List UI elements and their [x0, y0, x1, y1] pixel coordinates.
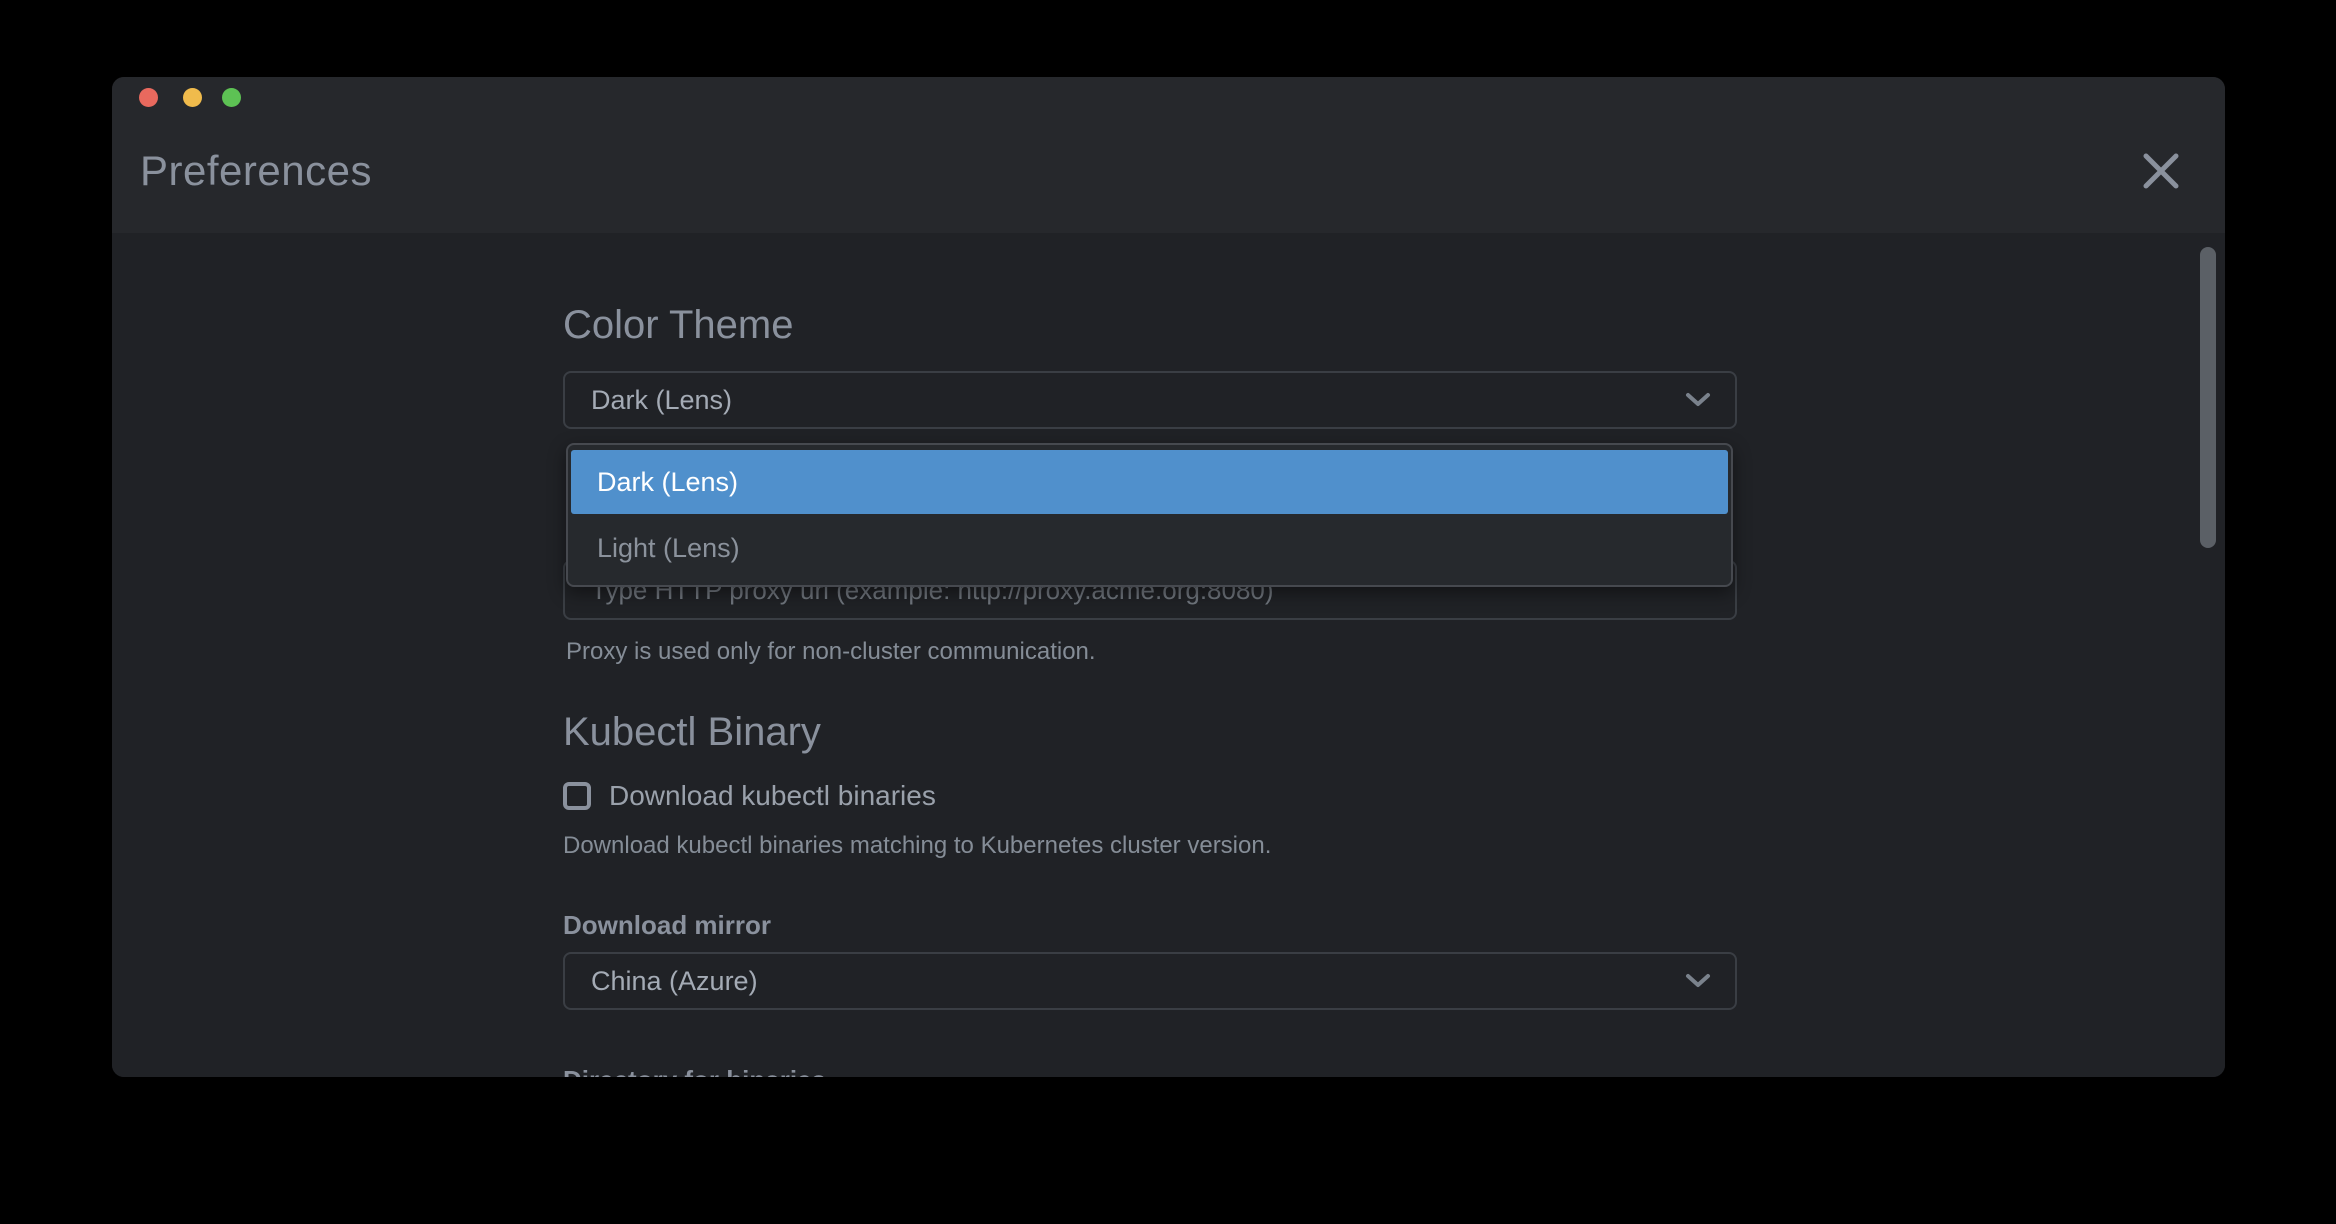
download-kubectl-checkbox-label: Download kubectl binaries — [609, 780, 936, 812]
color-theme-heading: Color Theme — [563, 303, 793, 348]
chevron-down-icon — [1685, 392, 1711, 408]
close-traffic-light-button[interactable] — [139, 88, 158, 107]
download-kubectl-checkbox-row[interactable]: Download kubectl binaries — [563, 780, 936, 812]
color-theme-dropdown-menu: Dark (Lens) Light (Lens) — [566, 443, 1733, 587]
close-button[interactable] — [2138, 150, 2184, 196]
minimize-traffic-light-button[interactable] — [183, 88, 202, 107]
dropdown-option-label: Light (Lens) — [597, 533, 740, 564]
close-icon — [2139, 149, 2183, 198]
dropdown-option-dark-lens[interactable]: Dark (Lens) — [571, 450, 1728, 514]
directory-for-binaries-label: Directory for binaries — [563, 1065, 826, 1077]
dropdown-option-light-lens[interactable]: Light (Lens) — [571, 516, 1728, 580]
scrollbar-thumb[interactable] — [2200, 247, 2216, 548]
kubectl-helper-text: Download kubectl binaries matching to Ku… — [563, 832, 1271, 860]
download-mirror-select[interactable]: China (Azure) — [563, 952, 1737, 1010]
color-theme-select[interactable]: Dark (Lens) — [563, 371, 1737, 429]
preferences-window: Preferences Color Theme Dark (Lens) — [112, 77, 2225, 1077]
page-title: Preferences — [140, 147, 372, 195]
chevron-down-icon — [1685, 973, 1711, 989]
download-mirror-select-value: China (Azure) — [591, 966, 758, 997]
color-theme-select-value: Dark (Lens) — [591, 385, 732, 416]
kubectl-binary-heading: Kubectl Binary — [563, 710, 821, 755]
dropdown-option-label: Dark (Lens) — [597, 467, 738, 498]
zoom-traffic-light-button[interactable] — [222, 88, 241, 107]
download-mirror-label: Download mirror — [563, 910, 771, 941]
preferences-content: Color Theme Dark (Lens) Dark (Lens) Ligh… — [112, 233, 2225, 1077]
desktop-background: Preferences Color Theme Dark (Lens) — [0, 0, 2336, 1224]
titlebar[interactable]: Preferences — [112, 77, 2225, 233]
proxy-helper-text: Proxy is used only for non-cluster commu… — [566, 638, 1096, 666]
checkbox-unchecked-icon[interactable] — [563, 782, 591, 810]
